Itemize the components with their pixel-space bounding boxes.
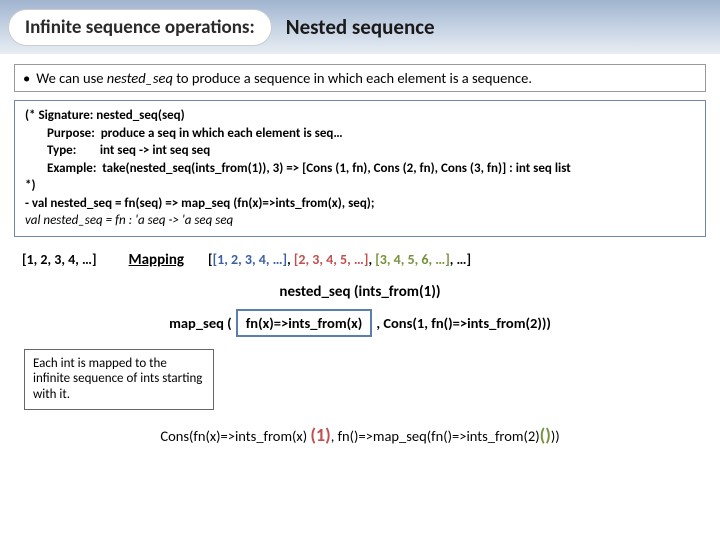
out-seg3: [3, 4, 5, 6, …] xyxy=(375,251,450,268)
mapseq-row: map_seq ( fn(x)=>ints_from(x) , Cons(1, … xyxy=(0,309,720,337)
purpose-val: produce a seq in which each element is s… xyxy=(101,126,343,141)
mapseq-pre: map_seq ( xyxy=(169,314,232,332)
cons-arg2: () xyxy=(540,424,551,446)
code-box: (* Signature: nested_seq(seq) Purpose: p… xyxy=(14,100,706,237)
cons-p2: , fn()=>map_seq(fn()=>ints_from(2) xyxy=(331,427,540,445)
type-val: int seq -> int seq seq xyxy=(100,143,210,158)
out-c1: , xyxy=(287,251,294,268)
comment-close: *) xyxy=(25,177,695,195)
bullet-prefix: We can use xyxy=(36,69,107,87)
bullet-text: We can use nested_seq to produce a seque… xyxy=(36,69,532,87)
bullet-func: nested_seq xyxy=(107,69,173,87)
title-pill: Infinite sequence operations: xyxy=(8,9,272,46)
slide-header: Infinite sequence operations: Nested seq… xyxy=(0,0,720,54)
cons-p1: Cons(fn(x)=>ints_from(x) xyxy=(160,427,310,445)
type-label: Type: xyxy=(47,143,76,158)
cons-arg1: (1) xyxy=(310,424,330,446)
mapseq-box: fn(x)=>ints_from(x) xyxy=(236,309,373,337)
code-purpose: Purpose: produce a seq in which each ele… xyxy=(25,125,695,143)
call-line: nested_seq (ints_from(1)) xyxy=(0,283,720,301)
purpose-label: Purpose: xyxy=(47,126,95,141)
mapping-output: [[1, 2, 3, 4, …], [2, 3, 4, 5, …], [3, 4… xyxy=(208,251,471,268)
mapseq-post: , Cons(1, fn()=>ints_from(2))) xyxy=(376,314,551,332)
out-seg1: [1, 2, 3, 4, …] xyxy=(213,251,288,268)
mapping-row: [1, 2, 3, 4, …] Mapping [[1, 2, 3, 4, …]… xyxy=(0,247,720,277)
example-label: Example: xyxy=(47,161,96,176)
code-defn: - val nested_seq = fn(seq) => map_seq (f… xyxy=(25,195,695,213)
out-seg2: [2, 3, 4, 5, …] xyxy=(294,251,369,268)
mapping-input: [1, 2, 3, 4, …] xyxy=(22,251,97,268)
sig-val: nested_seq(seq) xyxy=(96,108,184,123)
sig-label: (* Signature: xyxy=(25,108,93,123)
code-result: val nested_seq = fn : 'a seq -> 'a seq s… xyxy=(25,212,695,230)
code-type: Type: int seq -> int seq seq xyxy=(25,142,695,160)
code-example: Example: take(nested_seq(ints_from(1)), … xyxy=(25,160,695,178)
bullet-row: • We can use nested_seq to produce a seq… xyxy=(14,64,706,92)
note-box: Each int is mapped to the infinite seque… xyxy=(24,349,214,410)
bullet-suffix: to produce a sequence in which each elem… xyxy=(173,69,532,87)
code-sig: (* Signature: nested_seq(seq) xyxy=(25,107,695,125)
title-right: Nested sequence xyxy=(286,14,435,40)
cons-line: Cons(fn(x)=>ints_from(x) (1), fn()=>map_… xyxy=(0,424,720,446)
cons-p3: )) xyxy=(551,427,560,445)
out-close: , …] xyxy=(450,251,471,268)
example-val: take(nested_seq(ints_from(1)), 3) => [Co… xyxy=(102,161,570,176)
bullet-dot: • xyxy=(23,69,30,87)
mapping-label: Mapping xyxy=(129,251,184,269)
